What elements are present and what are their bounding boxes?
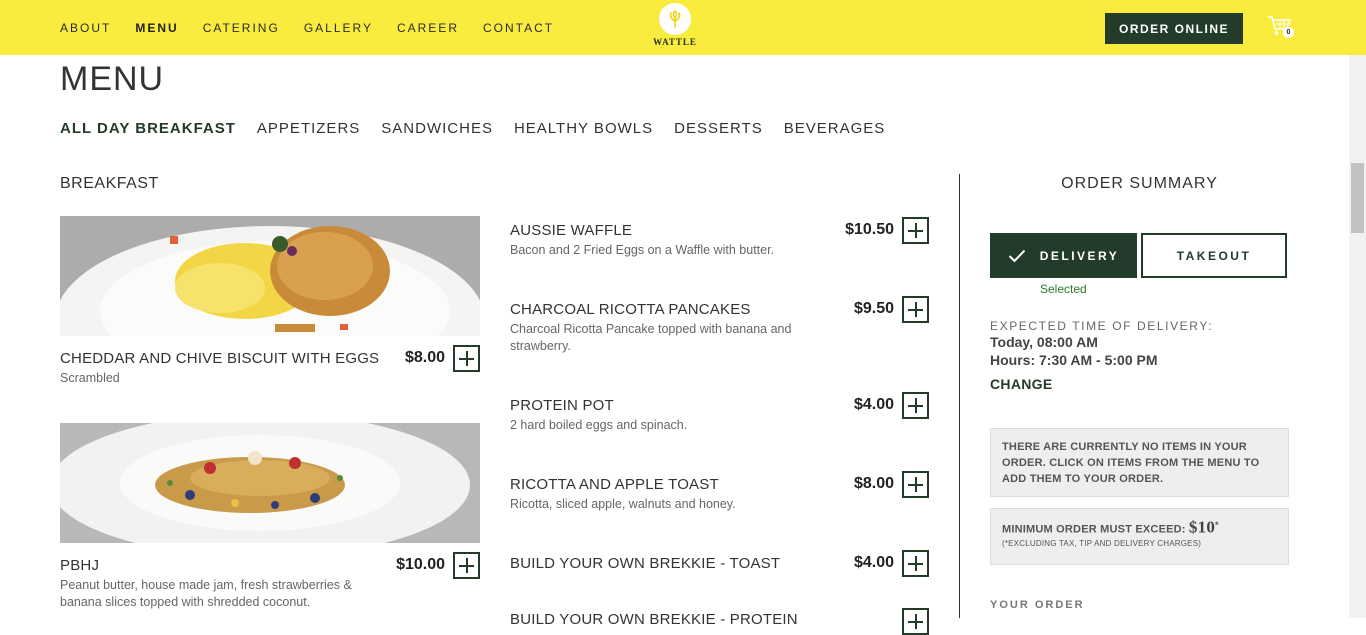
min-order-note: (*EXCLUDING TAX, TIP AND DELIVERY CHARGE… — [1002, 538, 1202, 548]
item-description: Scrambled — [60, 371, 120, 385]
item-description: Ricotta, sliced apple, walnuts and honey… — [510, 497, 736, 511]
add-to-order-plus-icon[interactable] — [902, 296, 929, 323]
item-price: $4.00 — [853, 396, 894, 413]
item-name: AUSSIE WAFFLE — [510, 222, 633, 239]
scrollbar-thumb[interactable] — [1351, 163, 1364, 233]
tab-healthy-bowls[interactable]: HEALTHY BOWLS — [514, 120, 653, 138]
section-title: BREAKFAST — [60, 175, 159, 192]
item-name: PROTEIN POT — [510, 397, 614, 414]
item-price: $9.50 — [853, 300, 894, 317]
page-title: MENU — [60, 60, 165, 98]
tab-all-day-breakfast[interactable]: ALL DAY BREAKFAST — [60, 120, 236, 138]
empty-order-text: THERE ARE CURRENTLY NO ITEMS IN YOUR ORD… — [1002, 441, 1260, 485]
add-to-order-plus-icon[interactable] — [902, 550, 929, 577]
item-price: $8.00 — [404, 349, 445, 366]
min-order-asterisk: * — [1215, 520, 1219, 530]
item-price: $4.00 — [853, 554, 894, 571]
nav-item-catering[interactable]: CATERING — [203, 20, 280, 36]
menu-item-cheddar-biscuit[interactable]: CHEDDAR AND CHIVE BISCUIT WITH EGGS Scra… — [60, 350, 400, 387]
item-description: Bacon and 2 Fried Eggs on a Waffle with … — [510, 243, 775, 257]
add-to-order-plus-icon[interactable] — [453, 552, 480, 579]
item-description: Charcoal Ricotta Pancake topped with ban… — [510, 322, 792, 353]
page-scrollbar[interactable] — [1349, 55, 1366, 618]
add-to-order-plus-icon[interactable] — [902, 392, 929, 419]
add-to-order-plus-icon[interactable] — [453, 345, 480, 372]
tab-sandwiches[interactable]: SANDWICHES — [381, 120, 493, 138]
order-summary-title: ORDER SUMMARY — [1061, 175, 1218, 192]
wattle-leaf-icon — [659, 3, 691, 35]
min-order-line: MINIMUM ORDER MUST EXCEED: $10* — [1002, 517, 1277, 538]
logo-text: WATTLE — [653, 37, 697, 47]
tab-desserts[interactable]: DESSERTS — [674, 120, 763, 138]
order-online-button[interactable]: ORDER ONLINE — [1105, 13, 1243, 44]
cart-button[interactable]: 0 — [1267, 14, 1297, 40]
change-time-link[interactable]: CHANGE — [990, 376, 1052, 392]
nav-item-career[interactable]: CAREER — [397, 20, 459, 36]
column-divider — [959, 174, 960, 618]
item-description: 2 hard boiled eggs and spinach. — [510, 418, 688, 432]
item-name: RICOTTA AND APPLE TOAST — [510, 476, 719, 493]
pbhj-waffle-photo[interactable] — [60, 423, 480, 543]
item-price: $8.00 — [853, 475, 894, 492]
expected-time-label: EXPECTED TIME OF DELIVERY: — [990, 319, 1214, 333]
add-to-order-plus-icon[interactable] — [902, 471, 929, 498]
item-name: PBHJ — [60, 557, 100, 574]
biscuit-eggs-photo[interactable] — [60, 216, 480, 336]
minimum-order-notice: MINIMUM ORDER MUST EXCEED: $10* (*EXCLUD… — [990, 508, 1289, 565]
menu-item-byo-brekkie-toast[interactable]: BUILD YOUR OWN BREKKIE - TOAST — [510, 555, 830, 572]
item-name: BUILD YOUR OWN BREKKIE - PROTEIN — [510, 611, 798, 628]
menu-item-charcoal-ricotta-pancakes[interactable]: CHARCOAL RICOTTA PANCAKES Charcoal Ricot… — [510, 301, 820, 355]
category-tabs: ALL DAY BREAKFAST APPETIZERS SANDWICHES … — [60, 120, 906, 138]
nav-item-gallery[interactable]: GALLERY — [304, 20, 373, 36]
check-icon — [1008, 249, 1025, 262]
item-description: Peanut butter, house made jam, fresh str… — [60, 578, 352, 609]
store-hours: Hours: 7:30 AM - 5:00 PM — [990, 352, 1158, 368]
menu-item-aussie-waffle[interactable]: AUSSIE WAFFLE Bacon and 2 Fried Eggs on … — [510, 222, 830, 259]
main-nav: ABOUT MENU CATERING GALLERY CAREER CONTA… — [60, 20, 578, 36]
item-name: CHARCOAL RICOTTA PANCAKES — [510, 301, 751, 318]
menu-item-pbhj[interactable]: PBHJ Peanut butter, house made jam, fres… — [60, 557, 380, 611]
selected-indicator: Selected — [1040, 282, 1087, 296]
menu-item-byo-brekkie-protein[interactable]: BUILD YOUR OWN BREKKIE - PROTEIN — [510, 611, 830, 628]
delivery-label: DELIVERY — [1039, 248, 1120, 263]
min-order-label: MINIMUM ORDER MUST EXCEED: — [1002, 523, 1186, 536]
add-to-order-plus-icon[interactable] — [902, 217, 929, 244]
site-logo[interactable]: WATTLE — [651, 3, 699, 47]
nav-item-about[interactable]: ABOUT — [60, 20, 111, 36]
min-order-amount: $10 — [1188, 517, 1216, 537]
add-to-order-plus-icon[interactable] — [902, 608, 929, 635]
tab-appetizers[interactable]: APPETIZERS — [257, 120, 360, 138]
takeout-label: TAKEOUT — [1176, 248, 1252, 263]
nav-item-contact[interactable]: CONTACT — [483, 20, 554, 36]
your-order-heading: YOUR ORDER — [990, 599, 1085, 611]
cart-count-badge: 0 — [1283, 27, 1294, 38]
item-name: BUILD YOUR OWN BREKKIE - TOAST — [510, 555, 781, 572]
item-price: $10.00 — [396, 556, 445, 573]
menu-item-protein-pot[interactable]: PROTEIN POT 2 hard boiled eggs and spina… — [510, 397, 830, 434]
item-price: $10.50 — [845, 221, 894, 238]
takeout-toggle-button[interactable]: TAKEOUT — [1141, 233, 1287, 278]
top-navigation-bar: ABOUT MENU CATERING GALLERY CAREER CONTA… — [0, 0, 1366, 55]
empty-order-message: THERE ARE CURRENTLY NO ITEMS IN YOUR ORD… — [990, 428, 1289, 497]
delivery-toggle-button[interactable]: DELIVERY — [990, 233, 1137, 278]
nav-item-menu[interactable]: MENU — [135, 20, 178, 36]
expected-time-value: Today, 08:00 AM — [990, 334, 1098, 350]
tab-beverages[interactable]: BEVERAGES — [784, 120, 886, 138]
menu-item-ricotta-apple-toast[interactable]: RICOTTA AND APPLE TOAST Ricotta, sliced … — [510, 476, 830, 513]
item-name: CHEDDAR AND CHIVE BISCUIT WITH EGGS — [60, 350, 380, 367]
